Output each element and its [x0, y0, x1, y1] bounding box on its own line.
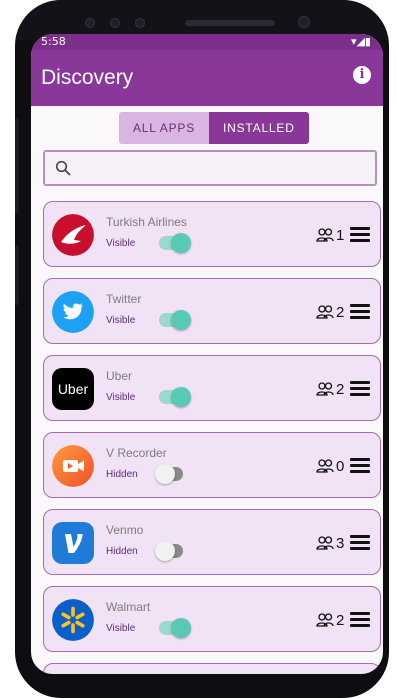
sensor-dot: [110, 18, 120, 28]
toggle-knob: [171, 233, 191, 253]
app-card-uber[interactable]: Uber Uber Visible 2: [43, 355, 381, 421]
app-card-walmart[interactable]: Walmart Visible 2: [43, 586, 381, 652]
v-recorder-logo: [52, 445, 94, 487]
phone-frame: 5:58 ▾◢▮ Discovery i ALL APPS INSTALLED: [15, 0, 389, 698]
visibility-toggle[interactable]: [159, 387, 191, 407]
search-box[interactable]: [43, 150, 377, 186]
drag-handle-icon[interactable]: [350, 612, 370, 628]
app-card-turkish-airlines[interactable]: Turkish Airlines Visible 1: [43, 201, 381, 267]
uber-logo: Uber: [52, 368, 94, 410]
visibility-label: Hidden: [106, 469, 138, 480]
users-icon: [316, 228, 334, 242]
app-card-venmo[interactable]: Venmo Hidden 3: [43, 509, 381, 575]
toggle-knob: [171, 310, 191, 330]
users-icon: [316, 613, 334, 627]
sensor-dot: [135, 18, 145, 28]
visibility-label: Visible: [106, 315, 136, 326]
drag-handle-icon[interactable]: [350, 227, 370, 243]
search-icon: [55, 160, 71, 176]
visibility-toggle[interactable]: [159, 233, 191, 253]
app-name: Venmo: [106, 523, 144, 537]
toggle-knob: [155, 464, 175, 484]
visibility-label: Visible: [106, 238, 136, 249]
visibility-toggle[interactable]: [155, 541, 183, 561]
visibility-toggle[interactable]: [159, 618, 191, 638]
visibility-toggle[interactable]: [155, 464, 183, 484]
app-card-v-recorder[interactable]: V Recorder Hidden 0: [43, 432, 381, 498]
tab-installed[interactable]: INSTALLED: [209, 112, 309, 144]
drag-handle-icon[interactable]: [350, 381, 370, 397]
toggle-knob: [171, 618, 191, 638]
app-name: Walmart: [106, 600, 151, 614]
toggle-knob: [171, 387, 191, 407]
visibility-toggle[interactable]: [159, 310, 191, 330]
users-icon: [316, 382, 334, 396]
walmart-logo: [52, 599, 94, 641]
speaker-grille: [185, 20, 275, 26]
user-count: 2: [336, 381, 345, 398]
venmo-logo: [52, 522, 94, 564]
visibility-label: Visible: [106, 623, 136, 634]
toggle-knob: [155, 541, 175, 561]
status-bar: 5:58 ▾◢▮: [31, 34, 383, 50]
drag-handle-icon[interactable]: [350, 458, 370, 474]
app-name: Turkish Airlines: [106, 215, 187, 229]
app-filter-tabs: ALL APPS INSTALLED: [119, 112, 309, 144]
front-camera: [298, 16, 310, 28]
user-count: 2: [336, 304, 345, 321]
info-icon[interactable]: i: [353, 66, 371, 84]
sensor-dot: [85, 18, 95, 28]
app-card-partial[interactable]: [43, 663, 381, 674]
user-count: 3: [336, 535, 345, 552]
drag-handle-icon[interactable]: [350, 304, 370, 320]
bixby-button: [15, 245, 19, 305]
app-name: Uber: [106, 369, 133, 383]
app-screen: 5:58 ▾◢▮ Discovery i ALL APPS INSTALLED: [31, 34, 383, 674]
app-name: V Recorder: [106, 446, 167, 460]
app-bar: Discovery i: [31, 50, 383, 106]
user-count: 0: [336, 458, 345, 475]
search-input[interactable]: [81, 158, 365, 180]
users-icon: [316, 305, 334, 319]
status-time: 5:58: [41, 35, 66, 48]
uber-logo-text: Uber: [57, 381, 89, 397]
tab-all-apps[interactable]: ALL APPS: [119, 112, 209, 144]
users-icon: [316, 459, 334, 473]
twitter-logo: [52, 291, 94, 333]
turkish-airlines-logo: [52, 214, 94, 256]
users-icon: [316, 536, 334, 550]
page-title: Discovery: [41, 66, 134, 89]
app-card-twitter[interactable]: Twitter Visible 2: [43, 278, 381, 344]
user-count: 1: [336, 227, 345, 244]
volume-button: [15, 118, 19, 213]
user-count: 2: [336, 612, 345, 629]
app-name: Twitter: [106, 292, 142, 306]
visibility-label: Hidden: [106, 546, 138, 557]
status-icons: ▾◢▮: [350, 35, 371, 48]
app-list: Turkish Airlines Visible 1 Twitter Visib…: [43, 201, 383, 674]
drag-handle-icon[interactable]: [350, 535, 370, 551]
visibility-label: Visible: [106, 392, 136, 403]
